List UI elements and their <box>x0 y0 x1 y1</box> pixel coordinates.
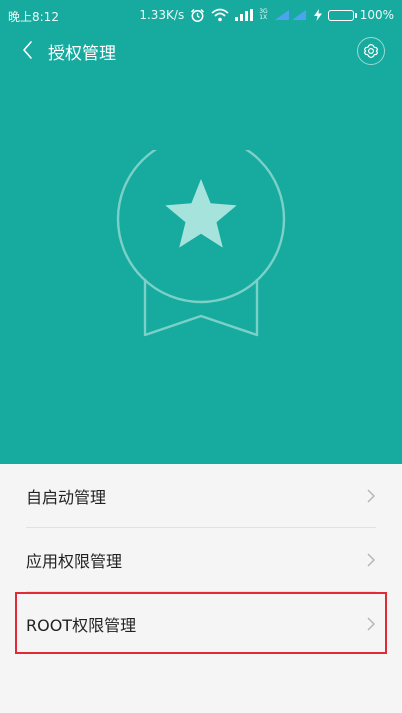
chevron-left-icon <box>23 41 32 59</box>
wifi-icon <box>211 8 229 22</box>
network-type: 3G 1X <box>259 9 267 21</box>
header-area: 晚上8:12 1.33K/s 3G 1X 100% 授权管理 <box>0 0 402 464</box>
lightning-icon <box>313 9 322 21</box>
gear-icon <box>363 43 379 59</box>
chevron-right-icon <box>367 489 375 502</box>
signal-icon <box>274 9 308 21</box>
back-button[interactable] <box>16 36 40 64</box>
list-item-label: 应用权限管理 <box>26 551 123 571</box>
status-icons: 1.33K/s 3G 1X 100% <box>139 6 394 24</box>
alarm-clock-icon <box>190 8 205 23</box>
page-title: 授权管理 <box>48 44 116 64</box>
battery-percent: 100% <box>359 8 394 22</box>
list-item-label: 自启动管理 <box>26 487 107 507</box>
settings-button[interactable] <box>357 37 385 65</box>
signal-icon <box>235 9 254 21</box>
chevron-right-icon <box>367 553 375 566</box>
network-type-1x: 1X <box>259 14 268 21</box>
highlight-box <box>15 592 387 654</box>
list-item-app-permissions[interactable]: 应用权限管理 <box>26 528 376 591</box>
star-icon <box>165 179 237 248</box>
battery-icon <box>327 9 357 21</box>
title-bar: 授权管理 <box>0 30 402 70</box>
list-item-autostart[interactable]: 自启动管理 <box>26 464 376 527</box>
award-badge-icon <box>116 150 286 337</box>
status-time: 晚上8:12 <box>8 10 59 24</box>
status-bar: 晚上8:12 1.33K/s 3G 1X 100% <box>0 0 402 28</box>
network-speed: 1.33K/s <box>139 8 185 22</box>
